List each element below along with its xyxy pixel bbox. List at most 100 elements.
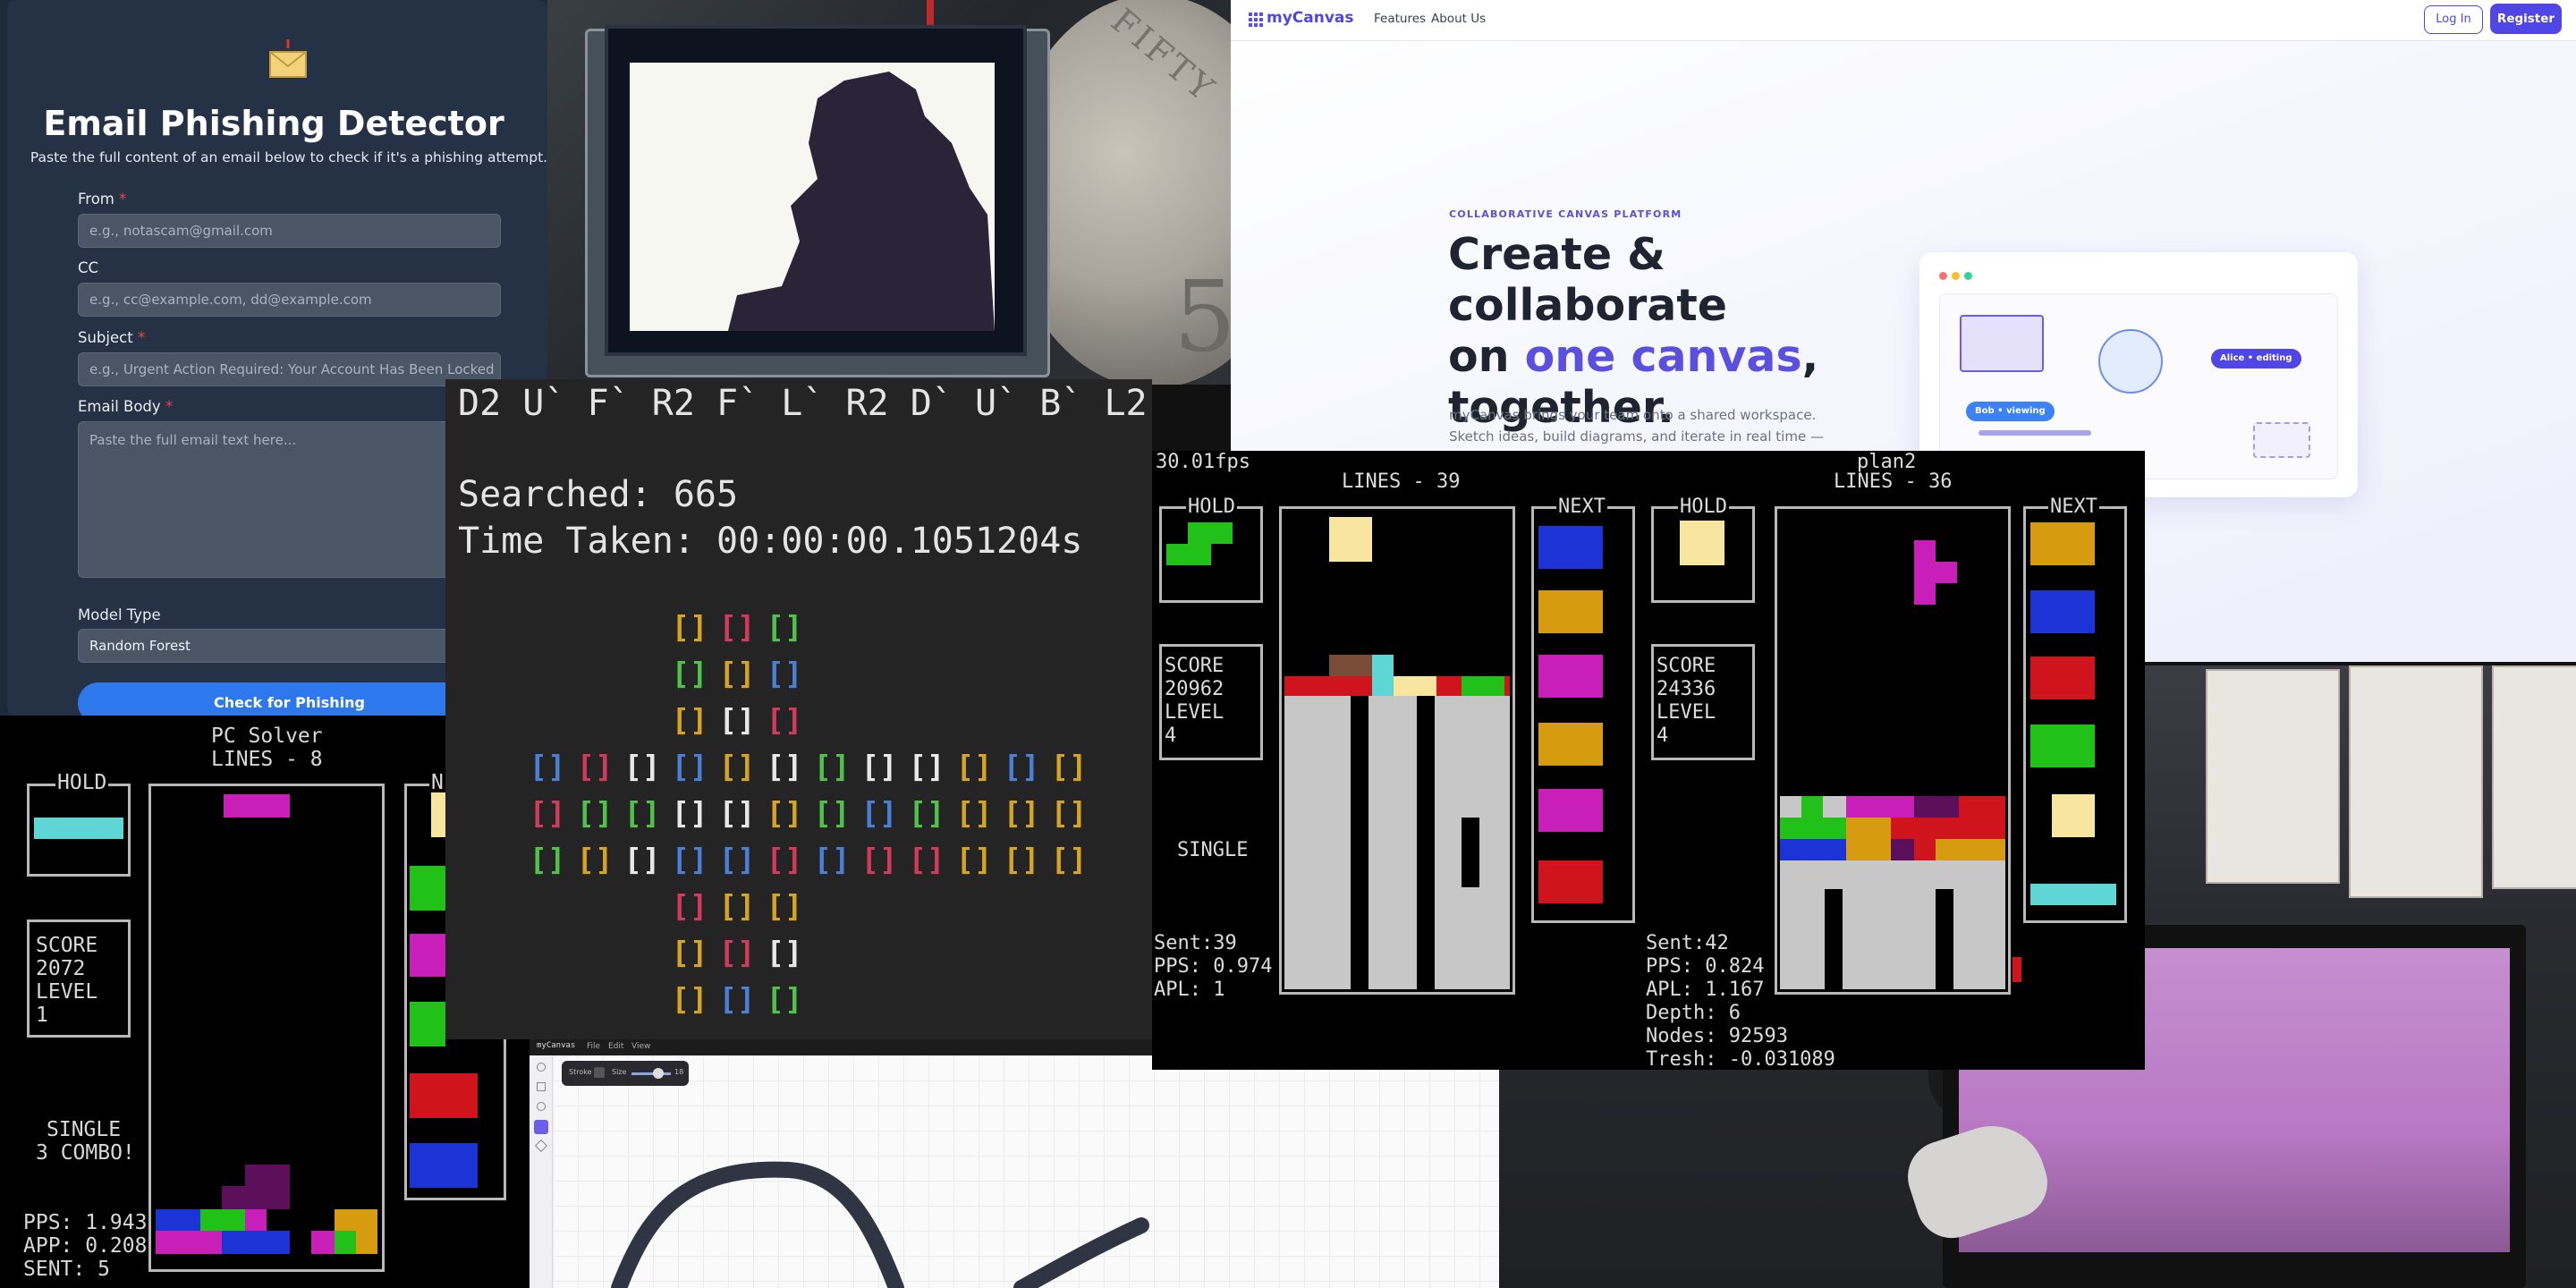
p2-next-piece xyxy=(2030,590,2095,633)
cube-sticker: [] xyxy=(766,610,803,646)
next-piece xyxy=(410,1073,478,1118)
cube-sticker: [] xyxy=(671,750,708,785)
app-stat: APP: 0.208 xyxy=(23,1234,148,1258)
cube-sticker: [] xyxy=(718,982,756,1018)
check-phishing-button[interactable]: Check for Phishing xyxy=(78,682,501,716)
cube-solver-terminal: D2 U` F` R2 F` L` R2 D` U` B` L2 Searche… xyxy=(445,379,1152,1039)
pc-solver-title: PC Solver xyxy=(211,724,323,748)
p1-pps: PPS: 0.974 xyxy=(1154,955,1273,978)
window-dot-red xyxy=(1939,272,1947,280)
p2-block xyxy=(1780,818,1846,839)
nav-about-us[interactable]: About Us xyxy=(1431,12,1486,26)
required-mark: * xyxy=(137,329,146,346)
register-button[interactable]: Register xyxy=(2490,4,2562,34)
cube-sticker: [] xyxy=(908,750,945,785)
cube-sticker: [] xyxy=(955,796,993,832)
top-nav: myCanvas Features About Us Log In Regist… xyxy=(1231,0,2576,41)
oled-silhouette xyxy=(728,72,995,331)
hero-line-2a: on xyxy=(1448,331,1525,382)
nav-features[interactable]: Features xyxy=(1374,12,1426,26)
cube-sticker: [] xyxy=(766,750,803,785)
page-title: Email Phishing Detector xyxy=(43,104,504,143)
p2-next-piece xyxy=(2030,724,2095,767)
oled-display-photo: FIFTY 5 xyxy=(547,0,1231,385)
page-subtitle: Paste the full content of an email below… xyxy=(30,149,547,165)
score-label: SCORE xyxy=(36,934,98,957)
dual-tetris-match: 30.01fps LINES - 39 plan2 LINES - 36 HOL… xyxy=(1152,451,2145,1070)
board-block xyxy=(245,1165,290,1186)
p1-block xyxy=(1394,676,1436,696)
p2-next-box xyxy=(2023,506,2127,923)
cube-sticker: [] xyxy=(576,843,614,878)
p2-next-label: NEXT xyxy=(2048,496,2099,519)
searched-count: Searched: 665 xyxy=(458,474,739,515)
level-value: 1 xyxy=(36,1004,48,1027)
p1-block xyxy=(1462,676,1504,696)
cube-sticker: [] xyxy=(718,796,756,832)
next-piece xyxy=(410,1002,445,1046)
p1-next-piece xyxy=(1538,723,1603,766)
hero-description-line-1: myCanvas brings your team onto a shared … xyxy=(1449,407,1817,423)
board-block xyxy=(200,1209,245,1231)
cc-field[interactable]: e.g., cc@example.com, dd@example.com xyxy=(78,283,501,317)
cube-sticker: [] xyxy=(908,796,945,832)
model-type-label: Model Type xyxy=(78,606,161,623)
hero-highlight: one canvas xyxy=(1524,331,1802,382)
p2-level-value: 4 xyxy=(1657,724,1669,747)
from-label: From * xyxy=(78,191,126,208)
poster xyxy=(2349,665,2483,898)
grid-logo-icon xyxy=(1249,13,1263,27)
cube-sticker: [] xyxy=(671,610,708,646)
cube-sticker: [] xyxy=(529,750,566,785)
cube-sticker: [] xyxy=(813,796,851,832)
p1-level-label: LEVEL xyxy=(1165,701,1224,724)
cube-sticker: [] xyxy=(671,843,708,878)
preview-text-bar xyxy=(1979,430,2091,436)
eyebrow-text: COLLABORATIVE CANVAS PLATFORM xyxy=(1449,208,1682,220)
p2-block xyxy=(1891,839,1914,860)
p1-hole xyxy=(1462,818,1479,887)
cube-sticker: [] xyxy=(766,982,803,1018)
cube-sticker: [] xyxy=(860,796,898,832)
cube-sticker: [] xyxy=(908,843,945,878)
p2-block xyxy=(1846,818,1891,839)
fps-counter: 30.01fps xyxy=(1156,451,1250,473)
preview-dashed-box xyxy=(2253,422,2310,458)
cube-sticker: [] xyxy=(1003,843,1040,878)
clear-type: SINGLE xyxy=(47,1118,122,1141)
mycanvas-drawing-app: myCanvas File Edit View Stroke Size 18 xyxy=(530,1039,1499,1288)
next-piece xyxy=(410,866,445,911)
cube-sticker: [] xyxy=(766,703,803,739)
next-piece xyxy=(410,934,445,977)
p2-lines: LINES - 36 xyxy=(1834,470,1953,493)
cube-sticker: [] xyxy=(671,703,708,739)
poster xyxy=(2492,665,2576,889)
cube-sticker: [] xyxy=(718,610,756,646)
cube-sticker: [] xyxy=(813,843,851,878)
cube-sticker: [] xyxy=(623,843,661,878)
board-block xyxy=(222,1231,290,1254)
cube-sticker: [] xyxy=(860,843,898,878)
email-body-field[interactable]: Paste the full email text here... xyxy=(78,421,501,578)
bob-presence-badge: Bob • viewing xyxy=(1966,402,2055,421)
cube-sticker: [] xyxy=(529,843,566,878)
subject-field[interactable]: e.g., Urgent Action Required: Your Accou… xyxy=(78,352,501,386)
time-taken: Time Taken: 00:00:00.1051204s xyxy=(458,521,1083,562)
cube-sticker: [] xyxy=(766,843,803,878)
preview-circle xyxy=(2098,329,2163,394)
p2-block xyxy=(1914,839,1936,860)
cc-label: CC xyxy=(78,259,99,276)
solution-moves: D2 U` F` R2 F` L` R2 D` U` B` L2 xyxy=(458,383,1148,424)
p1-clear-type: SINGLE xyxy=(1177,839,1249,861)
from-field[interactable]: e.g., notascam@gmail.com xyxy=(78,214,501,248)
cube-sticker: [] xyxy=(718,750,756,785)
p2-score-label: SCORE xyxy=(1657,655,1716,677)
model-type-select[interactable]: Random Forest xyxy=(78,629,501,663)
brand-logo[interactable]: myCanvas xyxy=(1267,9,1354,27)
login-button[interactable]: Log In xyxy=(2424,5,2483,34)
p1-well xyxy=(1351,696,1368,989)
p1-well xyxy=(1417,696,1435,989)
cube-sticker: [] xyxy=(766,657,803,692)
body-label-text: Email Body xyxy=(78,398,161,415)
p2-sent: Sent:42 xyxy=(1646,932,1729,954)
